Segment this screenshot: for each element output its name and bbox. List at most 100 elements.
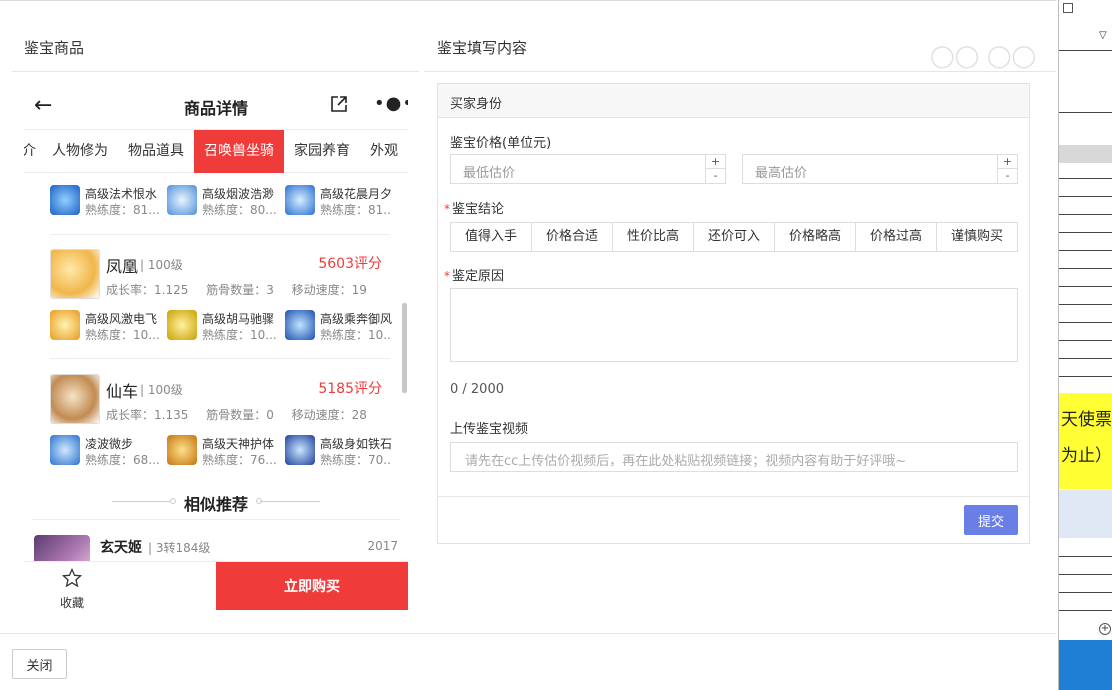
phone-bottom-bar: 收藏 立即购买: [24, 561, 408, 611]
tab-intro[interactable]: 介: [24, 130, 36, 173]
max-price-placeholder: 最高估价: [755, 166, 808, 181]
price-label: 鉴宝价格(单位元): [450, 136, 552, 151]
appraisal-modal: 鉴宝商品 鉴宝填写内容 ← 商品详情 •●• 介 人物修为 物品道具 召唤兽坐骑…: [0, 0, 1056, 690]
reason-label-text: 鉴定原因: [452, 269, 505, 284]
conclusion-option[interactable]: 值得入手: [451, 223, 532, 251]
pet-score: 5603评分: [318, 256, 382, 272]
skill-item[interactable]: 高级乘奔御风 熟练度：10...: [275, 308, 392, 344]
bg-line: [1059, 322, 1112, 323]
skill-name: 高级法术恨水: [85, 187, 158, 201]
conclusion-options: 值得入手 价格合适 性价比高 还价可入 价格略高 价格过高 谨慎购买: [450, 222, 1018, 252]
skill-name: 高级乘奔御风: [320, 312, 392, 326]
conclusion-option[interactable]: 价格合适: [532, 223, 613, 251]
bg-line: [1059, 592, 1112, 593]
skill-item[interactable]: 高级身如铁石 熟练度：70...: [275, 433, 392, 469]
skill-row: 凌波微步 熟练度：68... 高级天神护体 熟练度：76... 高级身如铁石 熟…: [40, 433, 392, 469]
pet-speed: 移动速度：28: [291, 408, 367, 422]
buyer-identity-label: 买家身份: [450, 97, 503, 112]
skill-proficiency: 熟练度：10...: [320, 328, 392, 342]
skill-proficiency: 熟练度：80...: [202, 203, 277, 217]
pet-bones: 筋骨数量：3: [206, 283, 274, 297]
reason-textarea[interactable]: [450, 288, 1018, 362]
left-section-title: 鉴宝商品: [24, 39, 85, 57]
bg-line: [1059, 214, 1112, 215]
tab-items[interactable]: 物品道具: [128, 130, 184, 173]
skill-icon: [50, 310, 80, 340]
recommend-name: 玄天姬: [100, 540, 142, 556]
pet-card[interactable]: 仙车 | 100级 5185评分 成长率：1.135 筋骨数量：0 移动速度：2…: [40, 374, 392, 432]
skill-item[interactable]: 高级烟波浩渺 熟练度：80...: [157, 183, 277, 219]
pet-bones: 筋骨数量：0: [206, 408, 274, 422]
modal-footer: 关闭: [0, 633, 1056, 690]
skill-item[interactable]: 高级天神护体 熟练度：76...: [157, 433, 277, 469]
tab-pets-mounts[interactable]: 召唤兽坐骑: [194, 130, 284, 173]
decrement-button[interactable]: -: [706, 169, 725, 183]
highlight-cell: 天使票 为止）: [1059, 393, 1112, 489]
zoom-in-icon[interactable]: +: [1099, 623, 1111, 635]
pet-score: 5185评分: [318, 381, 382, 397]
skill-item[interactable]: 高级风激电飞 熟练度：10...: [40, 308, 160, 344]
list-scrollbar[interactable]: [402, 303, 407, 393]
bg-selected-row: [1059, 490, 1112, 538]
skill-proficiency: 熟练度：81...: [320, 203, 392, 217]
conclusion-option[interactable]: 价格略高: [775, 223, 856, 251]
conclusion-option[interactable]: 价格过高: [856, 223, 937, 251]
skill-icon: [50, 185, 80, 215]
recommend-year: 2017: [367, 539, 398, 553]
skill-item[interactable]: 凌波微步 熟练度：68...: [40, 433, 160, 469]
bg-line: [1059, 610, 1112, 611]
video-url-input[interactable]: 请先在cc上传估价视频后，再在此处粘贴视频链接；视频内容有助于好评哦~: [450, 442, 1018, 472]
max-price-input[interactable]: 最高估价 + -: [742, 154, 1018, 184]
max-price-stepper: + -: [997, 155, 1017, 183]
tab-appearance[interactable]: 外观: [370, 130, 398, 173]
chevron-down-icon[interactable]: ▽: [1099, 30, 1107, 41]
conclusion-option[interactable]: 性价比高: [613, 223, 694, 251]
min-price-input[interactable]: 最低估价 + -: [450, 154, 726, 184]
skill-proficiency: 熟练度：70...: [320, 453, 392, 467]
pet-stats: 成长率：1.135 筋骨数量：0 移动速度：28: [106, 406, 381, 423]
close-button[interactable]: 关闭: [12, 649, 67, 679]
pet-growth: 成长率：1.135: [106, 408, 189, 422]
tab-character[interactable]: 人物修为: [52, 130, 108, 173]
bg-line: [1059, 286, 1112, 287]
pet-name: 仙车: [106, 382, 139, 401]
increment-button[interactable]: +: [998, 155, 1017, 169]
conclusion-option[interactable]: 谨慎购买: [937, 223, 1017, 251]
pet-card[interactable]: 凤凰 | 100级 5603评分 成长率：1.125 筋骨数量：3 移动速度：1…: [40, 249, 392, 307]
recommend-level: | 3转184级: [148, 541, 211, 555]
bg-text: 天使票: [1061, 410, 1112, 430]
share-icon[interactable]: [330, 95, 348, 113]
decrement-button[interactable]: -: [998, 169, 1017, 183]
conclusion-option[interactable]: 还价可入: [694, 223, 775, 251]
bg-line: [1059, 304, 1112, 305]
increment-button[interactable]: +: [706, 155, 725, 169]
pet-level: | 100级: [140, 258, 183, 272]
skill-item[interactable]: 高级法术恨水 熟练度：81...: [40, 183, 160, 219]
favorite-button[interactable]: 收藏: [54, 567, 90, 611]
similar-title: 相似推荐: [183, 495, 248, 514]
tab-home[interactable]: 家园养育: [294, 130, 350, 173]
skill-item[interactable]: 高级花晨月夕 熟练度：81...: [275, 183, 392, 219]
skill-icon: [285, 310, 315, 340]
form-header: 买家身份: [438, 84, 1029, 118]
bg-line: [1059, 178, 1112, 179]
min-price-placeholder: 最低估价: [463, 166, 516, 181]
similar-header: 相似推荐: [24, 481, 408, 521]
skill-name: 高级烟波浩渺: [202, 187, 275, 201]
skill-icon: [167, 185, 197, 215]
bg-text: 为止）: [1061, 446, 1112, 466]
background-window: ▽ 天使票 为止） +: [1058, 0, 1112, 690]
watermark-logo: ◯◯ ◯◯: [930, 44, 1037, 69]
bg-line: [1059, 232, 1112, 233]
more-icon[interactable]: •●•: [374, 93, 408, 114]
buy-now-button[interactable]: 立即购买: [216, 562, 408, 610]
maximize-icon[interactable]: [1063, 3, 1073, 13]
pet-speed: 移动速度：19: [291, 283, 367, 297]
pet-avatar: [50, 374, 100, 424]
conclusion-label: * 鉴宝结论: [444, 198, 504, 217]
skill-item[interactable]: 高级胡马驰骤 熟练度：10...: [157, 308, 277, 344]
bg-line: [1059, 268, 1112, 269]
submit-button[interactable]: 提交: [964, 505, 1018, 535]
required-mark: *: [444, 202, 450, 216]
skill-name: 高级花晨月夕: [320, 187, 392, 201]
